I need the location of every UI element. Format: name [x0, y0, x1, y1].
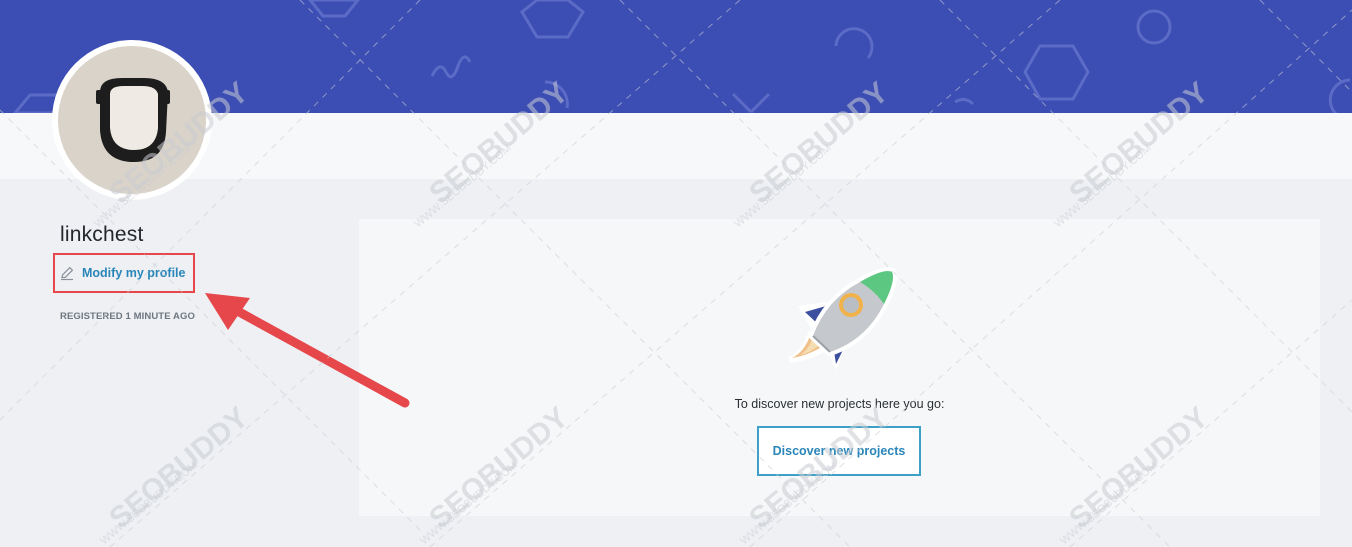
profile-page: linkchest Modify my profile REGISTERED 1… — [0, 0, 1352, 547]
red-arrow-annotation — [205, 293, 410, 408]
modify-profile-label: Modify my profile — [82, 266, 186, 280]
registered-timestamp: REGISTERED 1 MINUTE AGO — [60, 311, 195, 322]
modify-profile-link[interactable]: Modify my profile — [53, 253, 195, 293]
watermark-site: WWW.SEOBUDDY.COM — [98, 459, 200, 547]
watermark-brand: SEOBUDDY — [103, 401, 254, 536]
pencil-icon — [59, 265, 75, 281]
discover-projects-button[interactable]: Discover new projects — [757, 426, 921, 476]
rocket-illustration — [788, 267, 897, 370]
avatar-icon — [96, 78, 170, 162]
no-projects-message: To discover new projects here you go: — [734, 397, 945, 411]
avatar — [52, 40, 212, 200]
avatar-image — [58, 46, 206, 194]
username: linkchest — [60, 223, 144, 246]
